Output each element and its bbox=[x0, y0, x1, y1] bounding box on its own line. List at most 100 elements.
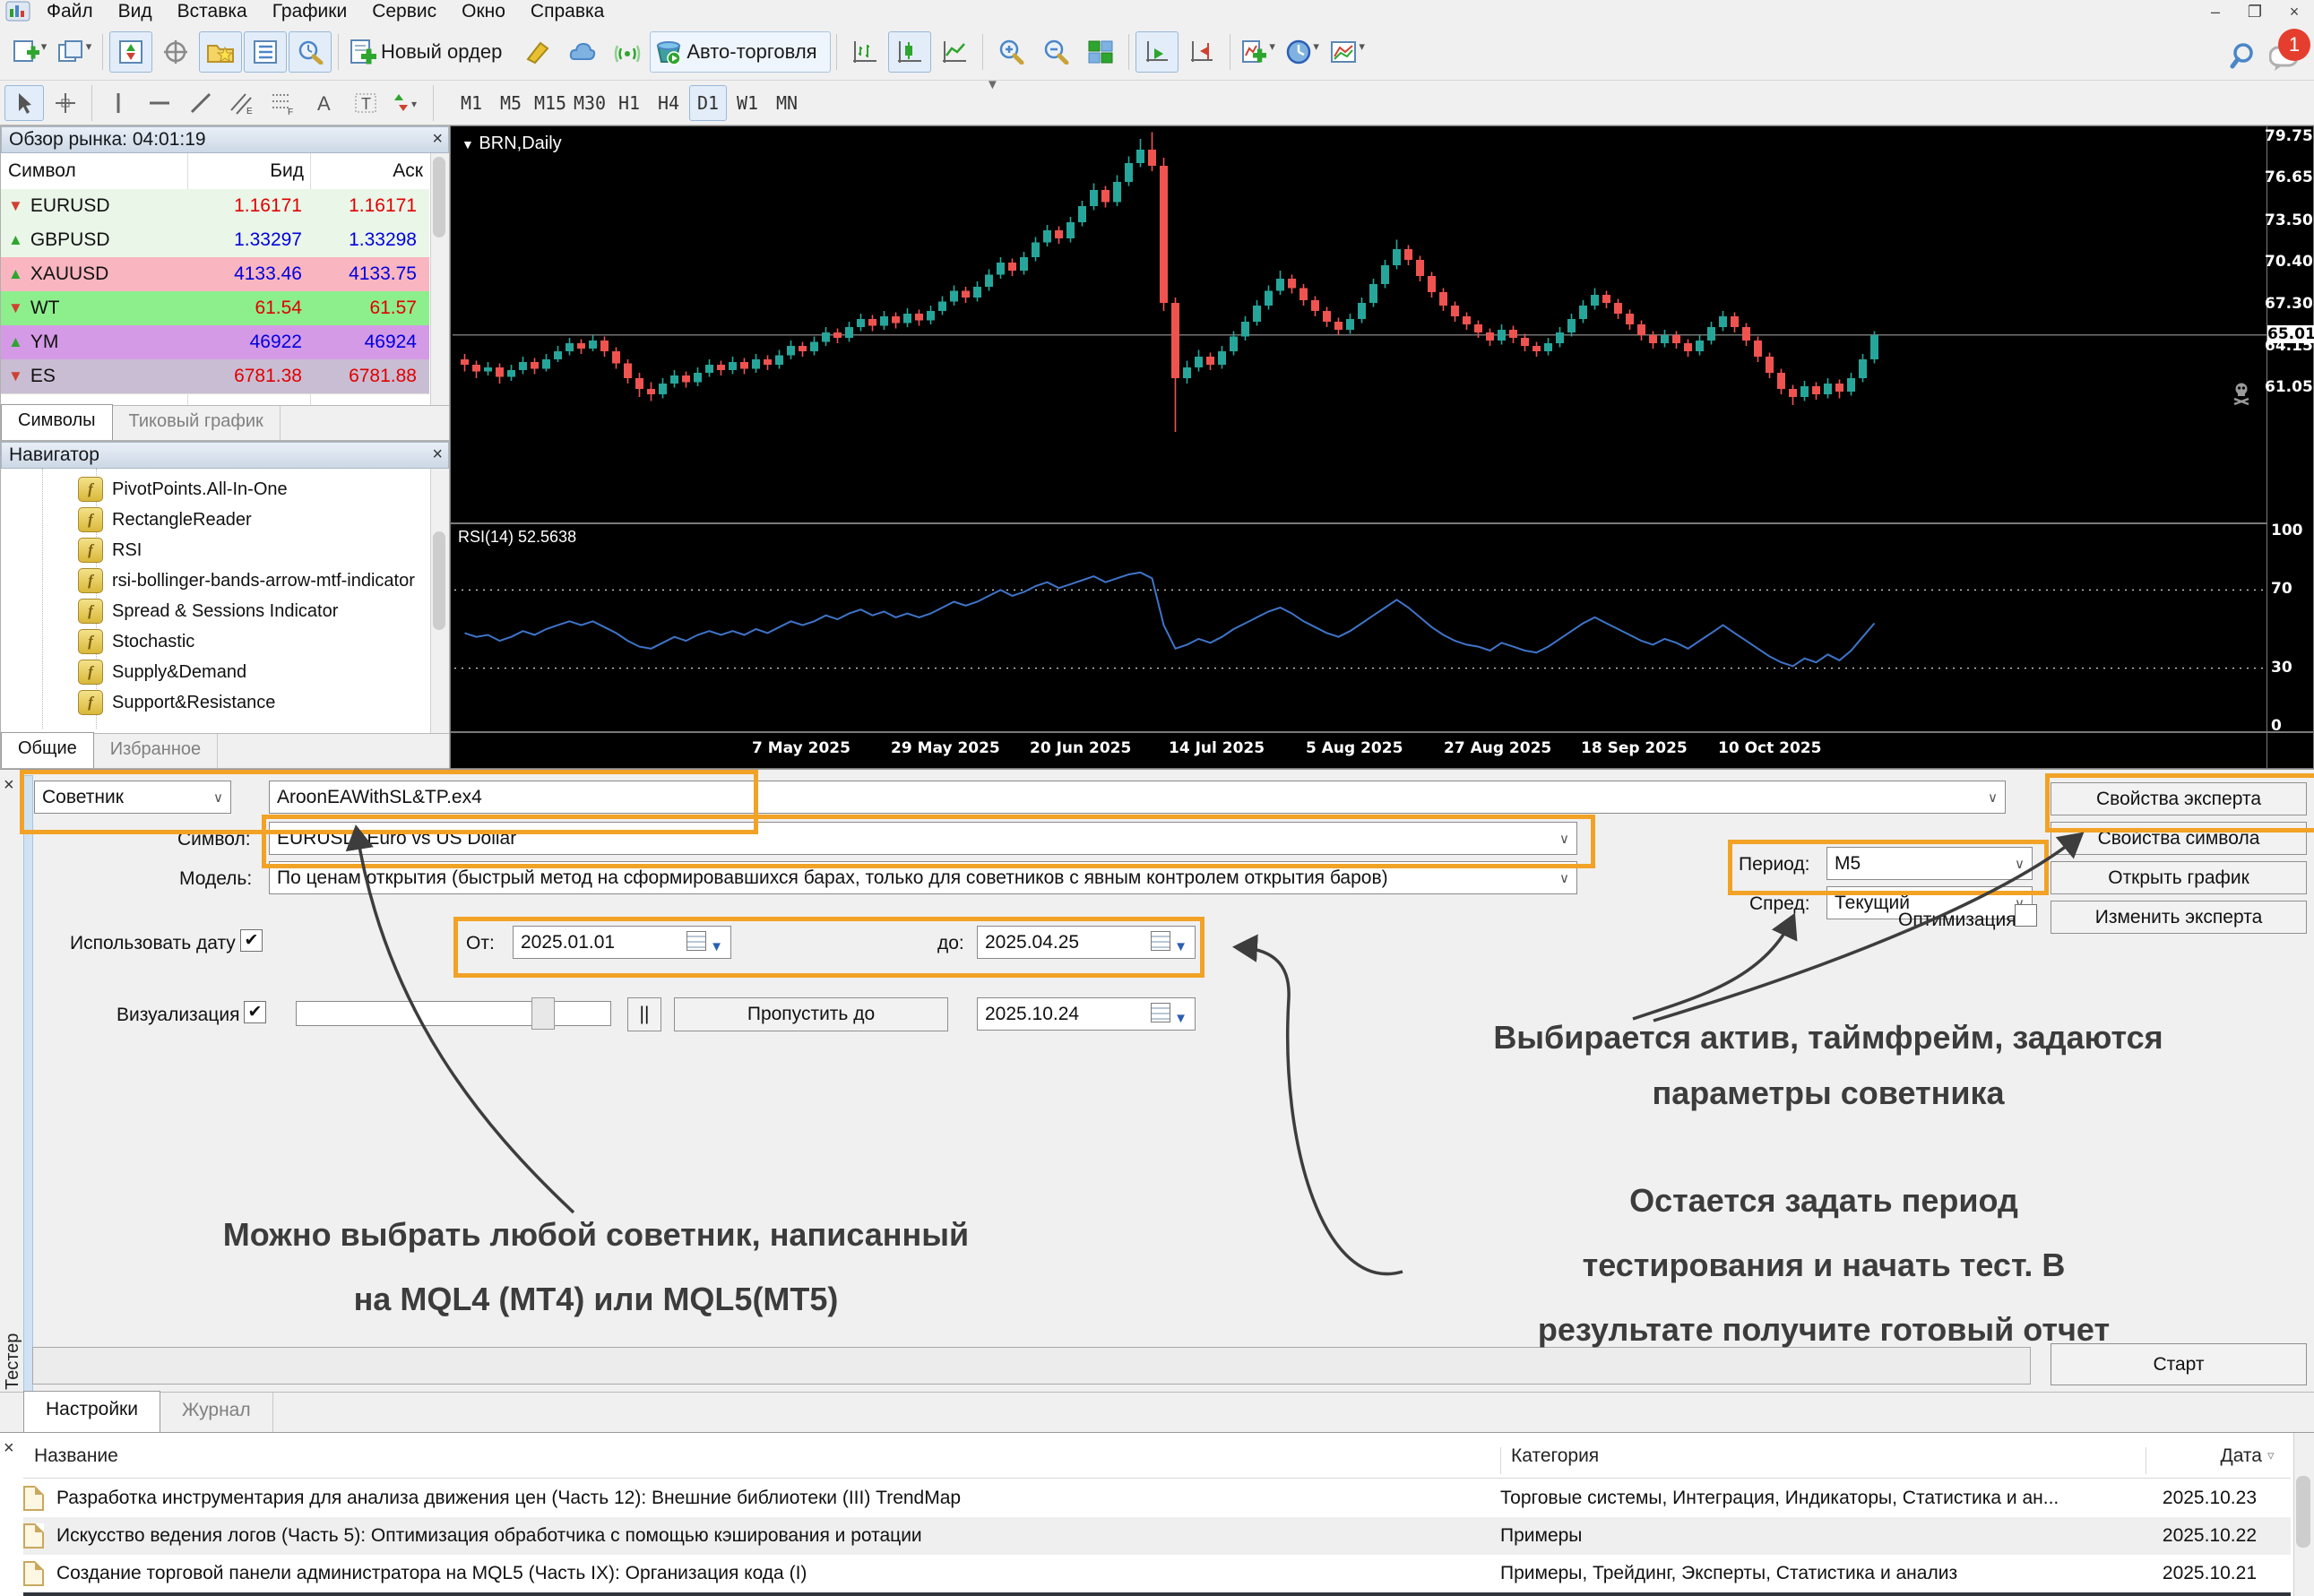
market-watch-row-YM[interactable]: ▲YM 46922 46924 bbox=[1, 325, 429, 360]
articles-close-icon[interactable]: × bbox=[4, 1438, 14, 1459]
chart-window[interactable]: ▼ BRN,Daily RSI(14) 52.5638 79.7576.6573… bbox=[450, 125, 2314, 769]
new-chart-button[interactable]: ▾ bbox=[8, 31, 51, 73]
candlestick-chart-button[interactable] bbox=[888, 31, 931, 73]
navigator-item[interactable]: fPivotPoints.All-In-One bbox=[1, 474, 427, 505]
calendar-icon[interactable] bbox=[686, 931, 706, 951]
visualization-slider[interactable] bbox=[296, 1001, 611, 1026]
menu-4[interactable]: Сервис bbox=[359, 0, 449, 23]
modify-expert-button[interactable]: Изменить эксперта bbox=[2051, 901, 2307, 934]
timeframe-M5[interactable]: M5 bbox=[492, 85, 530, 121]
market-watch-row-EURUSD[interactable]: ▼EURUSD 1.16171 1.16171 bbox=[1, 189, 429, 224]
market-watch-scrollbar[interactable] bbox=[430, 153, 449, 408]
navigator-item[interactable]: fRSI bbox=[1, 535, 427, 565]
text-label-tool[interactable]: T bbox=[346, 85, 385, 121]
pause-button[interactable]: || bbox=[627, 997, 661, 1031]
timeframe-D1[interactable]: D1 bbox=[689, 85, 727, 121]
tester-tab-settings[interactable]: Настройки bbox=[23, 1391, 160, 1432]
market-watch-tab-tick-chart[interactable]: Тиковый график bbox=[113, 406, 281, 440]
terminal-button[interactable] bbox=[244, 31, 287, 73]
notification-badge[interactable]: 1 bbox=[2278, 29, 2310, 61]
fibonacci-tool[interactable]: F bbox=[263, 85, 303, 121]
market-watch-row-XAUUSD[interactable]: ▲XAUUSD 4133.46 4133.75 bbox=[1, 257, 429, 292]
market-watch-row-WT[interactable]: ▼WT 61.54 61.57 bbox=[1, 291, 429, 326]
navigator-item[interactable]: fSupply&Demand bbox=[1, 657, 427, 687]
calendar-icon[interactable] bbox=[1151, 1003, 1170, 1022]
articles-scrollbar[interactable] bbox=[2293, 1433, 2314, 1596]
navigator-item[interactable]: fStochastic bbox=[1, 626, 427, 657]
zoom-out-button[interactable] bbox=[1034, 31, 1077, 73]
search-icon[interactable] bbox=[2230, 41, 2260, 72]
arrows-tool[interactable]: ▾ bbox=[387, 85, 427, 121]
chart-shift-button[interactable] bbox=[1180, 31, 1223, 73]
articles-header[interactable]: Название Категория Дата ▿ bbox=[23, 1445, 2291, 1479]
start-button[interactable]: Старт bbox=[2051, 1343, 2307, 1385]
mql5-community-button[interactable] bbox=[561, 31, 604, 73]
market-watch-button[interactable] bbox=[109, 31, 152, 73]
market-watch-header[interactable]: Символ Бид Аск bbox=[1, 153, 429, 190]
new-order-button[interactable]: Новый ордер bbox=[344, 31, 515, 73]
article-row[interactable]: Разработка инструментария для анализа дв… bbox=[23, 1480, 2291, 1517]
menu-5[interactable]: Окно bbox=[449, 0, 518, 23]
navigator-tab-common[interactable]: Общие bbox=[1, 732, 94, 768]
timeframe-M1[interactable]: M1 bbox=[453, 85, 490, 121]
price-scale[interactable]: 79.7576.6573.5070.4067.3064.1561.0565.01… bbox=[2267, 126, 2314, 768]
slider-thumb[interactable] bbox=[531, 997, 555, 1030]
market-watch-row-GBPUSD[interactable]: ▲GBPUSD 1.33297 1.33298 bbox=[1, 223, 429, 258]
market-watch-row-ES[interactable]: ▼ES 6781.38 6781.88 bbox=[1, 359, 429, 394]
menu-1[interactable]: Вид bbox=[106, 0, 165, 23]
restore-button[interactable]: ❐ bbox=[2235, 0, 2275, 23]
minimize-button[interactable]: – bbox=[2196, 0, 2235, 23]
timeframe-H4[interactable]: H4 bbox=[650, 85, 687, 121]
to-date-field[interactable]: 2025.04.25▼ bbox=[977, 926, 1196, 959]
strategy-tester-button[interactable] bbox=[289, 31, 332, 73]
navigator-item[interactable]: frsi-bollinger-bands-arrow-mtf-indicator bbox=[1, 565, 427, 596]
article-row[interactable]: Искусство ведения логов (Часть 5): Оптим… bbox=[23, 1517, 2291, 1555]
signals-button[interactable] bbox=[606, 31, 649, 73]
auto-scroll-button[interactable] bbox=[1135, 31, 1179, 73]
data-window-button[interactable] bbox=[154, 31, 197, 73]
market-watch-tab-symbols[interactable]: Символы bbox=[1, 404, 113, 440]
navigator-tab-favorites[interactable]: Избранное bbox=[94, 734, 218, 768]
menu-0[interactable]: Файл bbox=[34, 0, 106, 23]
from-date-field[interactable]: 2025.01.01▼ bbox=[513, 926, 731, 959]
navigator-item[interactable]: fSpread & Sessions Indicator bbox=[1, 596, 427, 626]
timeframe-MN[interactable]: MN bbox=[768, 85, 806, 121]
crosshair-tool[interactable] bbox=[46, 85, 85, 121]
periods-button[interactable]: ▾ bbox=[1282, 31, 1325, 73]
period-select[interactable]: M5∨ bbox=[1826, 847, 2033, 880]
expert-file-select[interactable]: AroonEAWithSL&TP.ex4∨ bbox=[269, 781, 2006, 814]
tester-tab-journal[interactable]: Журнал bbox=[160, 1393, 273, 1432]
navigator-scrollbar[interactable] bbox=[430, 469, 449, 734]
timeframe-W1[interactable]: W1 bbox=[729, 85, 766, 121]
symbol-select[interactable]: EURUSD, Euro vs US Dollar∨ bbox=[269, 822, 1577, 855]
menu-3[interactable]: Графики bbox=[260, 0, 359, 23]
market-watch-close-icon[interactable]: × bbox=[432, 129, 443, 150]
optimization-checkbox[interactable] bbox=[2015, 904, 2037, 927]
navigator-item[interactable]: fSupport&Resistance bbox=[1, 687, 427, 718]
chart-dropdown-icon[interactable]: ▼ bbox=[462, 137, 474, 151]
navigator-item[interactable]: fRectangleReader bbox=[1, 505, 427, 535]
horizontal-line-tool[interactable] bbox=[140, 85, 179, 121]
cursor-tool[interactable] bbox=[4, 85, 44, 121]
line-chart-button[interactable] bbox=[933, 31, 976, 73]
article-row-partial[interactable] bbox=[23, 1592, 2291, 1596]
article-row[interactable]: Создание торговой панели администратора … bbox=[23, 1555, 2291, 1592]
navigator-button[interactable] bbox=[199, 31, 242, 73]
metaeditor-button[interactable] bbox=[516, 31, 559, 73]
skip-to-button[interactable]: Пропустить до bbox=[674, 997, 948, 1031]
indicators-button[interactable]: ▾ bbox=[1237, 31, 1280, 73]
expert-properties-button[interactable]: Свойства эксперта bbox=[2051, 782, 2307, 815]
equidistant-channel-tool[interactable]: E bbox=[222, 85, 262, 121]
open-chart-button[interactable]: Открыть график bbox=[2051, 861, 2307, 894]
symbol-properties-button[interactable]: Свойства символа bbox=[2051, 822, 2307, 855]
visualization-checkbox[interactable]: ✔ bbox=[244, 1001, 266, 1023]
tile-windows-button[interactable] bbox=[1079, 31, 1122, 73]
menu-6[interactable]: Справка bbox=[518, 0, 617, 23]
zoom-in-button[interactable] bbox=[989, 31, 1032, 73]
navigator-close-icon[interactable]: × bbox=[432, 444, 443, 465]
menu-2[interactable]: Вставка bbox=[165, 0, 260, 23]
skip-to-date-field[interactable]: 2025.10.24▼ bbox=[977, 997, 1196, 1031]
expert-type-select[interactable]: Советник∨ bbox=[34, 781, 231, 814]
vertical-line-tool[interactable] bbox=[99, 85, 138, 121]
timeframe-H1[interactable]: H1 bbox=[610, 85, 648, 121]
